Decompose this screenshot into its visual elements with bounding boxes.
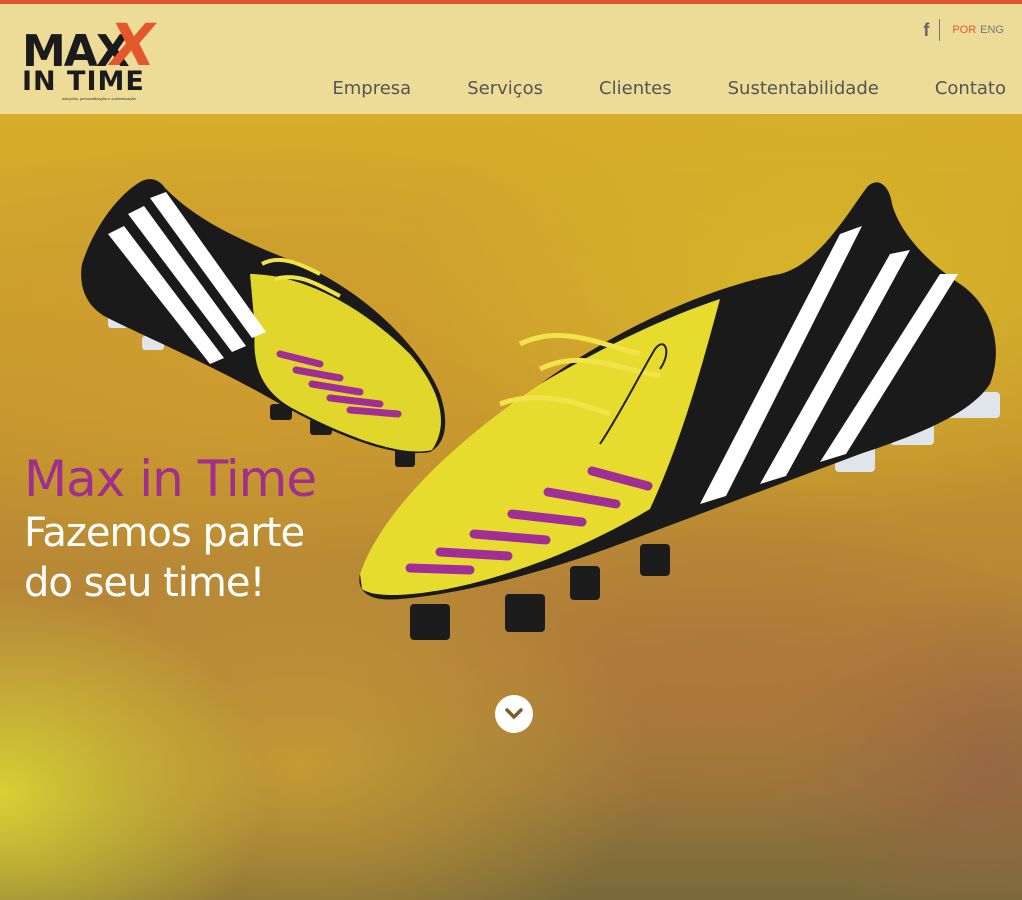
nav-item-sustentabilidade[interactable]: Sustentabilidade (728, 78, 879, 99)
large-cleat (359, 182, 1000, 640)
header-utilities: f POR ENG (923, 18, 1006, 42)
hero-subtitle: Fazemos parte do seu time! (24, 510, 305, 606)
main-nav: Empresa Serviços Clientes Sustentabilida… (332, 78, 1006, 99)
logo[interactable]: MAX X IN TIME soluções, personalização e… (22, 11, 167, 106)
hero-banner: Max in Time Fazemos parte do seu time! (0, 114, 1022, 900)
nav-item-empresa[interactable]: Empresa (332, 78, 411, 99)
facebook-icon[interactable]: f (923, 20, 929, 41)
hero-title: Max in Time (24, 450, 317, 508)
nav-item-servicos[interactable]: Serviços (467, 78, 543, 99)
lang-eng-link[interactable]: ENG (980, 24, 1004, 36)
logo-tagline: soluções, personalização e customização (62, 96, 136, 101)
nav-item-contato[interactable]: Contato (935, 78, 1006, 99)
chevron-down-icon (505, 708, 523, 719)
divider (939, 19, 941, 41)
nav-item-clientes[interactable]: Clientes (599, 78, 672, 99)
logo-text-intime: IN TIME (22, 66, 145, 97)
lang-por-link[interactable]: POR (952, 24, 976, 36)
site-header: MAX X IN TIME soluções, personalização e… (0, 4, 1022, 114)
small-cleat (81, 179, 446, 467)
scroll-down-button[interactable] (495, 695, 533, 733)
